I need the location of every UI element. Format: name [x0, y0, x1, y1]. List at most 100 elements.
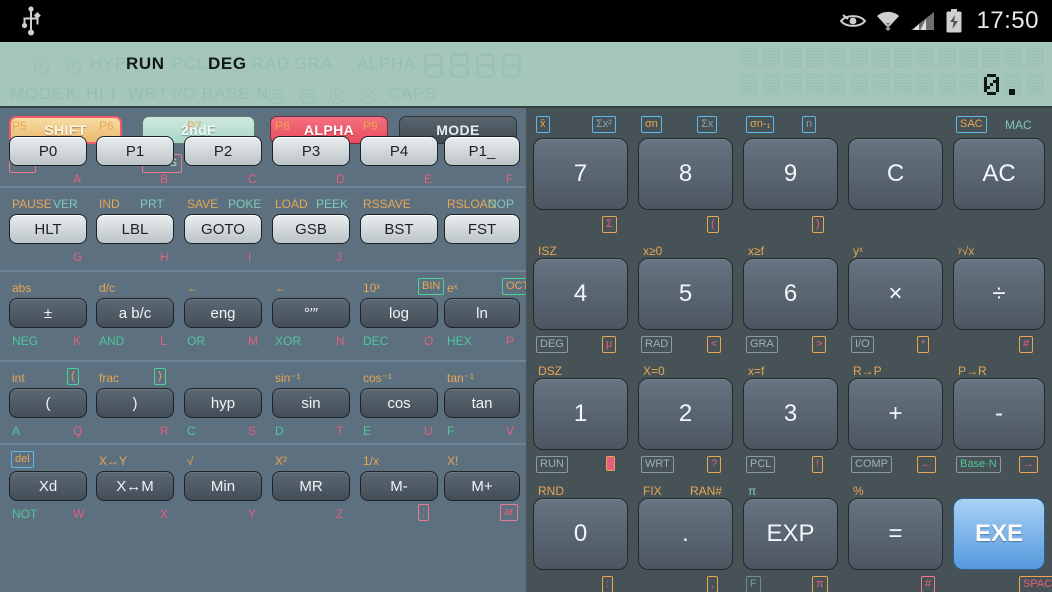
key-LBL[interactable]: LBL	[96, 214, 174, 244]
key-HLT[interactable]: HLT	[9, 214, 87, 244]
row-divider	[0, 443, 526, 445]
lcd-ann-alpha: ALPHA	[357, 54, 416, 73]
key-AC[interactable]: AC	[953, 138, 1045, 210]
key-6[interactable]: 6	[743, 258, 838, 330]
key-P1_[interactable]: P1_	[444, 136, 520, 166]
key-X↔M[interactable]: X↔M	[96, 471, 174, 501]
key-P1[interactable]: P1	[96, 136, 174, 166]
matrix-cell	[961, 48, 978, 69]
row-numeric-function-row: abs ± NEG Kd/c a b/c AND L ← eng OR M ← °′″ XOR N 10ˣ BI…	[0, 270, 534, 360]
matrix-cell	[939, 48, 956, 69]
key-M+[interactable]: M+	[444, 471, 520, 501]
row-p-register-row: P5 P0 A P6 P1 B P7 P2 C P8 P3 D P9 P4 E P1_ F	[0, 108, 526, 186]
lcd-ann-k: K	[66, 84, 78, 103]
key-hyp[interactable]: hyp	[184, 388, 262, 418]
key-0[interactable]: 0	[533, 498, 628, 570]
key-7[interactable]: 7	[533, 138, 628, 210]
key-EXP[interactable]: EXP	[743, 498, 838, 570]
key-±[interactable]: ±	[9, 298, 87, 328]
key-([interactable]: (	[9, 388, 87, 418]
key-9[interactable]: 9	[743, 138, 838, 210]
key-alpha-label: Z	[336, 507, 344, 521]
key-FST[interactable]: FST	[444, 214, 520, 244]
key-2[interactable]: 2	[638, 378, 733, 450]
key-C[interactable]: C	[848, 138, 943, 210]
matrix-cell	[785, 48, 802, 69]
key-shift-label: SAVE	[187, 197, 219, 211]
key-+[interactable]: +	[848, 378, 943, 450]
key-EXE[interactable]: EXE	[953, 498, 1045, 570]
key-P0[interactable]: P0	[9, 136, 87, 166]
key-logic-label: A	[12, 424, 21, 438]
key-shift-label: P7	[187, 119, 202, 133]
key-P4[interactable]: P4	[360, 136, 438, 166]
key-symbol-badge: π	[812, 576, 828, 592]
key-1[interactable]: 1	[533, 378, 628, 450]
key-shift-label: eˣ	[447, 281, 458, 295]
key-Xd[interactable]: Xd	[9, 471, 87, 501]
key-BST[interactable]: BST	[360, 214, 438, 244]
key-symbol-badge: :	[602, 576, 614, 592]
key-alpha-label: T	[336, 424, 344, 438]
key-)[interactable]: )	[96, 388, 174, 418]
clock-label: 17:50	[976, 7, 1039, 34]
key-logic-label: XOR	[275, 334, 302, 348]
lcd-ann-hlt: HLT	[86, 84, 119, 103]
key-alpha-label: G	[73, 250, 83, 264]
wifi-icon	[877, 11, 900, 32]
key-P2[interactable]: P2	[184, 136, 262, 166]
key-logic-label: D	[275, 424, 284, 438]
key-alpha-label: Q	[73, 424, 83, 438]
key-log[interactable]: log	[360, 298, 438, 328]
matrix-cell	[895, 48, 912, 69]
key-eng[interactable]: eng	[184, 298, 262, 328]
key-symbol-badge: SPACE	[1019, 576, 1052, 592]
key-tan[interactable]: tan	[444, 388, 520, 418]
key-shift-label: DSZ	[538, 364, 562, 378]
lcd-ann-b: b	[330, 86, 345, 106]
key-P3[interactable]: P3	[272, 136, 350, 166]
key-8[interactable]: 8	[638, 138, 733, 210]
key-shift-label: X↔Y	[99, 454, 128, 468]
key-logic-label: HEX	[447, 334, 472, 348]
key-logic-label: AND	[99, 334, 125, 348]
key-Min[interactable]: Min	[184, 471, 262, 501]
key-alpha-label: Y	[248, 507, 257, 521]
key-MR[interactable]: MR	[272, 471, 350, 501]
key--[interactable]: -	[953, 378, 1045, 450]
key-.[interactable]: .	[638, 498, 733, 570]
key-GSB[interactable]: GSB	[272, 214, 350, 244]
key-base-badge: BIN	[418, 278, 445, 295]
key-alpha-label: U	[424, 424, 433, 438]
key-×[interactable]: ×	[848, 258, 943, 330]
key-GOTO[interactable]: GOTO	[184, 214, 262, 244]
key-shift-label: x≥0	[643, 244, 663, 258]
key-shift-label: R→P	[853, 364, 882, 378]
key-=[interactable]: =	[848, 498, 943, 570]
key-÷[interactable]: ÷	[953, 258, 1045, 330]
row-memory-row: del Xd NOT W X↔Y X↔M X √ Min Y X² MR Z 1/x M-; X! M+ ar	[0, 443, 526, 527]
key-5[interactable]: 5	[638, 258, 733, 330]
key-mac-label: MAC	[1005, 118, 1032, 132]
key-shift-label: int	[12, 371, 25, 385]
key-alpha-badge: ;	[418, 504, 430, 521]
key-3[interactable]: 3	[743, 378, 838, 450]
key-alpha-label: D	[336, 172, 345, 186]
key-°′″[interactable]: °′″	[272, 298, 350, 328]
row-row-bottom: RND0:FIXRAN#.,πEXPFπ%=#EXESPACE	[526, 468, 1052, 592]
left-keypad-panel: SHIFT 2ndF ALPHA MODE α-S CAPS P5P0AP6P1…	[0, 108, 534, 592]
key-ln[interactable]: ln	[444, 298, 520, 328]
key-M-[interactable]: M-	[360, 471, 438, 501]
key-stat-badge: Σx²	[592, 116, 616, 133]
key-a b/c[interactable]: a b/c	[96, 298, 174, 328]
key-hex-badge: F	[746, 576, 761, 592]
key-sin[interactable]: sin	[272, 388, 350, 418]
status-bar-left	[0, 6, 840, 36]
row-stats-row: x̄ Σx² 7 Σσn Σx 8(σn-₁ n 9) C SAC MAC AC	[526, 108, 1052, 233]
key-4[interactable]: 4	[533, 258, 628, 330]
key-shift-label: ←	[187, 281, 199, 295]
seven-segment-digit	[502, 53, 521, 79]
key-cos[interactable]: cos	[360, 388, 438, 418]
key-alpha-label: V	[506, 424, 515, 438]
matrix-cell	[807, 74, 824, 95]
